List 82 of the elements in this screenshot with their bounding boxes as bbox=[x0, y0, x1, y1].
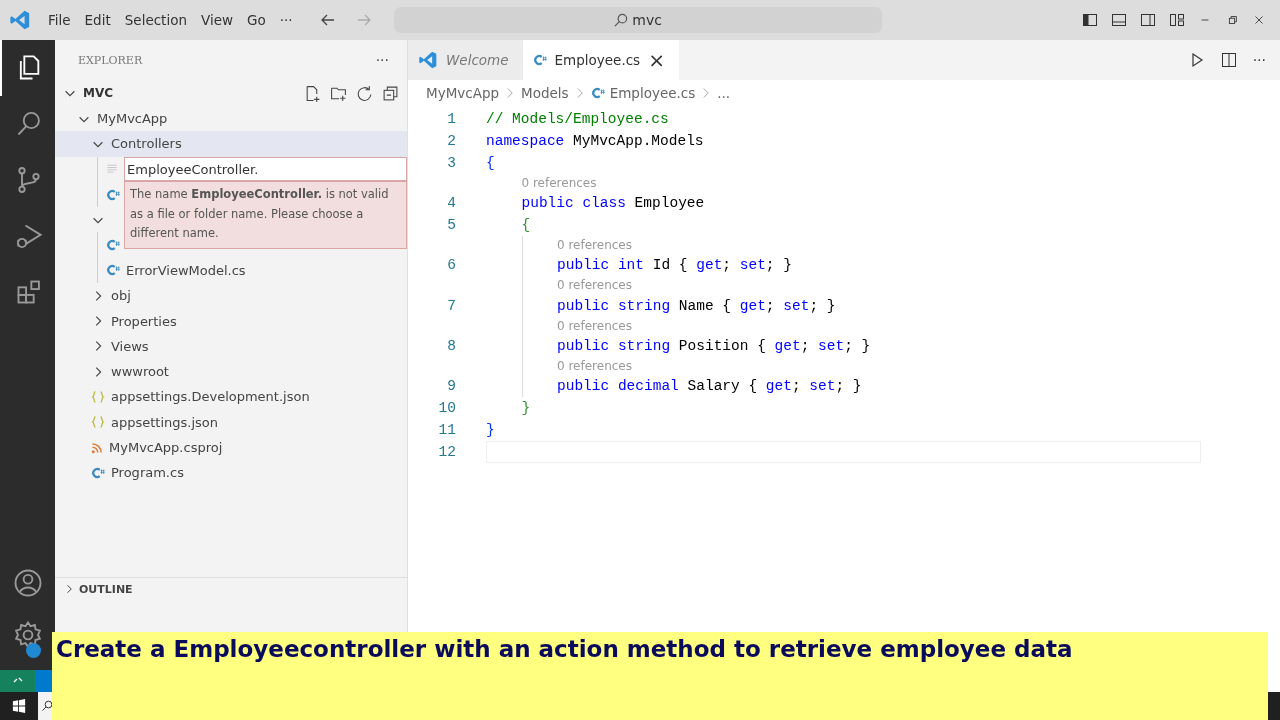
line-number: 12 bbox=[437, 443, 457, 460]
new-file-icon[interactable] bbox=[304, 84, 321, 102]
tree-item[interactable]: wwwroot bbox=[111, 364, 169, 380]
code-line: namespace MyMvcApp.Models bbox=[486, 133, 704, 149]
toggle-sidebar-icon[interactable] bbox=[1082, 12, 1098, 28]
toggle-panel-icon[interactable] bbox=[1111, 12, 1127, 28]
code-line: public string Name { get; set; } bbox=[557, 297, 836, 314]
collapse-all-icon[interactable] bbox=[382, 84, 399, 102]
csharp-file-icon bbox=[106, 187, 120, 202]
csharp-file-icon bbox=[106, 238, 120, 253]
menu-item[interactable]: File bbox=[41, 12, 78, 28]
menu-item[interactable]: Edit bbox=[77, 12, 118, 28]
file-lines-icon bbox=[106, 163, 118, 176]
run-debug-icon bbox=[14, 222, 43, 250]
close-tab-button[interactable]: × bbox=[648, 48, 665, 72]
split-layout-icon[interactable] bbox=[1140, 12, 1156, 28]
tree-item[interactable]: MyMvcApp.csproj bbox=[109, 440, 223, 455]
split-editor-icon[interactable] bbox=[1220, 52, 1237, 68]
breadcrumb-item[interactable]: Employee.cs bbox=[609, 85, 696, 101]
outline-section-header[interactable]: OUTLINE bbox=[79, 582, 133, 596]
editor-tab[interactable]: Employee.cs × bbox=[522, 40, 679, 80]
line-number: 10 bbox=[437, 399, 457, 416]
tree-item[interactable]: Program.cs bbox=[111, 465, 184, 481]
csharp-file-icon bbox=[106, 263, 120, 278]
code-line: public class Employee bbox=[521, 195, 705, 212]
search-icon bbox=[613, 12, 629, 28]
breadcrumb-item[interactable]: Models bbox=[521, 85, 569, 101]
code-line: { bbox=[486, 155, 495, 171]
tree-item[interactable]: Views bbox=[111, 338, 149, 354]
breadcrumb-item[interactable]: MyMvcApp bbox=[426, 85, 500, 101]
line-number: 11 bbox=[437, 421, 457, 438]
rss-icon bbox=[91, 441, 103, 454]
line-number: 9 bbox=[446, 377, 457, 394]
menu-item[interactable]: Selection bbox=[117, 12, 194, 28]
back-arrow-icon[interactable] bbox=[319, 12, 336, 28]
tree-item[interactable]: appsettings.Development.json bbox=[111, 389, 310, 405]
code-line: public string Position { get; set; } bbox=[557, 337, 871, 354]
windows-logo-icon[interactable] bbox=[12, 699, 26, 713]
csharp-file-icon bbox=[91, 465, 105, 480]
command-search-field[interactable]: mvc bbox=[393, 7, 882, 33]
json-file-icon bbox=[91, 415, 105, 430]
validation-error-message: The name EmployeeController. is not valid as a file or folder name. Please choose a different name. bbox=[124, 181, 407, 249]
tree-item[interactable]: obj bbox=[111, 288, 131, 304]
code-line: } bbox=[486, 421, 495, 438]
tree-item[interactable]: MyMvcApp bbox=[97, 111, 168, 127]
vscode-logo-icon bbox=[9, 9, 31, 31]
line-number: 7 bbox=[446, 297, 457, 314]
tree-item[interactable]: ErrorViewModel.cs bbox=[126, 262, 246, 278]
line-number: 5 bbox=[446, 217, 457, 234]
line-number: 4 bbox=[446, 195, 457, 212]
vscode-logo-icon bbox=[418, 50, 438, 70]
menu-item[interactable]: View bbox=[193, 12, 240, 28]
workspace-title[interactable]: MVC bbox=[83, 86, 114, 100]
editor-tab[interactable]: Welcome bbox=[408, 40, 523, 80]
line-number: 6 bbox=[446, 257, 457, 274]
tree-item[interactable]: Controllers bbox=[111, 136, 182, 152]
line-number: 1 bbox=[446, 111, 457, 127]
csharp-file-icon bbox=[532, 53, 547, 67]
layout-grid-icon[interactable] bbox=[1169, 12, 1185, 28]
code-line: { bbox=[521, 217, 531, 234]
code-line: public decimal Salary { get; set; } bbox=[557, 377, 862, 394]
line-number: 8 bbox=[446, 337, 457, 354]
code-line: } bbox=[521, 399, 531, 416]
tree-item[interactable]: Properties bbox=[111, 313, 177, 329]
search-icon[interactable] bbox=[40, 700, 53, 712]
line-number: 2 bbox=[446, 133, 457, 149]
more-actions-button[interactable]: ··· bbox=[1252, 52, 1266, 68]
refresh-icon[interactable] bbox=[356, 84, 373, 102]
code-line: public int Id { get; set; } bbox=[557, 257, 792, 274]
menu-item[interactable]: Go bbox=[240, 12, 273, 28]
json-file-icon bbox=[91, 389, 105, 404]
code-line: // Models/Employee.cs bbox=[486, 111, 669, 127]
csharp-file-icon bbox=[590, 86, 605, 100]
more-actions-button[interactable]: ··· bbox=[375, 52, 389, 68]
explorer-title: EXPLORER bbox=[78, 53, 143, 67]
caption-text: Create a Employeecontroller with an action method to retrieve employee data bbox=[56, 636, 1073, 662]
line-number: 3 bbox=[446, 155, 457, 171]
rename-input-field[interactable]: EmployeeController. bbox=[124, 157, 407, 182]
menu-item[interactable]: ··· bbox=[272, 12, 300, 28]
account-icon[interactable] bbox=[12, 568, 43, 598]
tree-item[interactable]: appsettings.json bbox=[111, 414, 219, 430]
breadcrumb-item[interactable]: ... bbox=[717, 85, 731, 101]
